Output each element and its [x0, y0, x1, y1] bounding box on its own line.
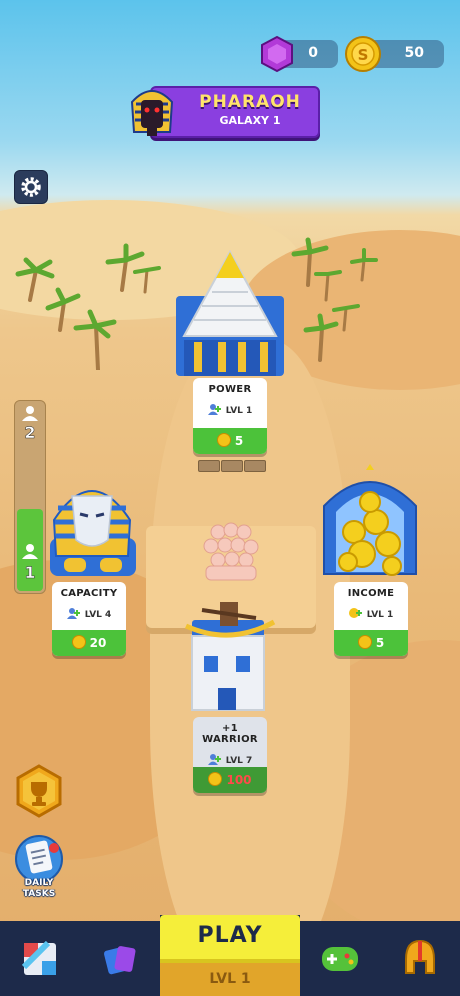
- play-level: LVL 1: [209, 971, 251, 987]
- nav-heroes-button[interactable]: [380, 921, 460, 996]
- coin-icon: [208, 772, 223, 786]
- capacity-cost: 20: [89, 636, 107, 650]
- user-plus-icon: [207, 754, 221, 765]
- cards-icon: [104, 946, 136, 975]
- sphinx-building: [50, 490, 136, 576]
- gear-icon: [21, 177, 41, 197]
- warrior-crowd: [203, 522, 259, 581]
- power-level-pip: [221, 460, 243, 472]
- gem-count: 0: [308, 45, 318, 61]
- daily-tasks-button[interactable]: DAILY TASKS: [10, 834, 68, 906]
- coin-icon: [357, 635, 372, 649]
- map-icon: [22, 941, 56, 975]
- income-cost: 5: [375, 636, 385, 650]
- income-upgrade-card[interactable]: INCOME LVL 1 5: [334, 582, 408, 656]
- play-button[interactable]: PLAY LVL 1: [160, 915, 300, 996]
- warrior-cost-button[interactable]: 100: [193, 767, 267, 793]
- power-level-pip: [198, 460, 220, 472]
- person-icon: [22, 406, 38, 421]
- person-icon: [22, 544, 38, 559]
- progress-bottom-marker: 1: [24, 563, 36, 583]
- level-subtitle: GALAXY 1: [219, 114, 281, 127]
- power-level-pip: [244, 460, 266, 472]
- pyramid-building: [176, 250, 284, 376]
- capacity-upgrade-card[interactable]: CAPACITY LVL 4 20: [52, 582, 126, 656]
- game-scene: 0 50 S PHARAOH GALAXY 1 2 1 POWER LVL 1 …: [0, 0, 460, 996]
- nav-map-button[interactable]: [0, 921, 80, 996]
- coin-plus-icon: [348, 608, 362, 618]
- progress-top-marker: 2: [24, 423, 36, 443]
- bottom-nav: PLAY LVL 1: [0, 915, 460, 996]
- coin-icon: [216, 433, 231, 447]
- warrior-title: +1 WARRIOR: [202, 723, 258, 745]
- coin-icon: S: [345, 36, 381, 72]
- capacity-level: LVL 4: [84, 610, 112, 620]
- coin-count: 50: [404, 45, 424, 61]
- power-cost-button[interactable]: 5: [193, 428, 267, 454]
- daily-tasks-label: DAILY TASKS: [22, 878, 56, 899]
- trophy-button[interactable]: [12, 764, 66, 818]
- treasure-vault-building: [323, 464, 417, 576]
- income-title: INCOME: [347, 588, 395, 599]
- capacity-title: CAPACITY: [60, 588, 118, 599]
- coin-icon: [71, 635, 86, 649]
- svg-text:S: S: [358, 46, 369, 64]
- income-level: LVL 1: [366, 610, 394, 620]
- user-plus-icon: [66, 608, 80, 619]
- nav-games-button[interactable]: [300, 921, 380, 996]
- gem-icon: [261, 35, 293, 73]
- gamepad-icon: [322, 947, 358, 971]
- power-upgrade-card[interactable]: POWER LVL 1 5: [193, 378, 267, 454]
- settings-button[interactable]: [14, 170, 48, 204]
- level-title: PHARAOH: [199, 92, 301, 112]
- progress-bar: 2 1: [14, 400, 46, 594]
- clipboard-icon: [15, 835, 63, 883]
- warrior-level: LVL 7: [225, 756, 253, 766]
- nav-cards-button[interactable]: [80, 921, 160, 996]
- helmet-icon: [405, 939, 435, 974]
- warrior-upgrade-card[interactable]: +1 WARRIOR LVL 7 100: [193, 717, 267, 793]
- power-cost: 5: [234, 434, 244, 448]
- barracks-tower: [184, 602, 276, 711]
- warrior-cost: 100: [226, 773, 252, 787]
- power-title: POWER: [208, 384, 252, 395]
- user-plus-icon: [207, 404, 221, 415]
- play-label: PLAY: [197, 923, 263, 948]
- income-cost-button[interactable]: 5: [334, 630, 408, 656]
- capacity-cost-button[interactable]: 20: [52, 630, 126, 656]
- power-level: LVL 1: [225, 406, 253, 416]
- pharaoh-avatar: [130, 90, 174, 136]
